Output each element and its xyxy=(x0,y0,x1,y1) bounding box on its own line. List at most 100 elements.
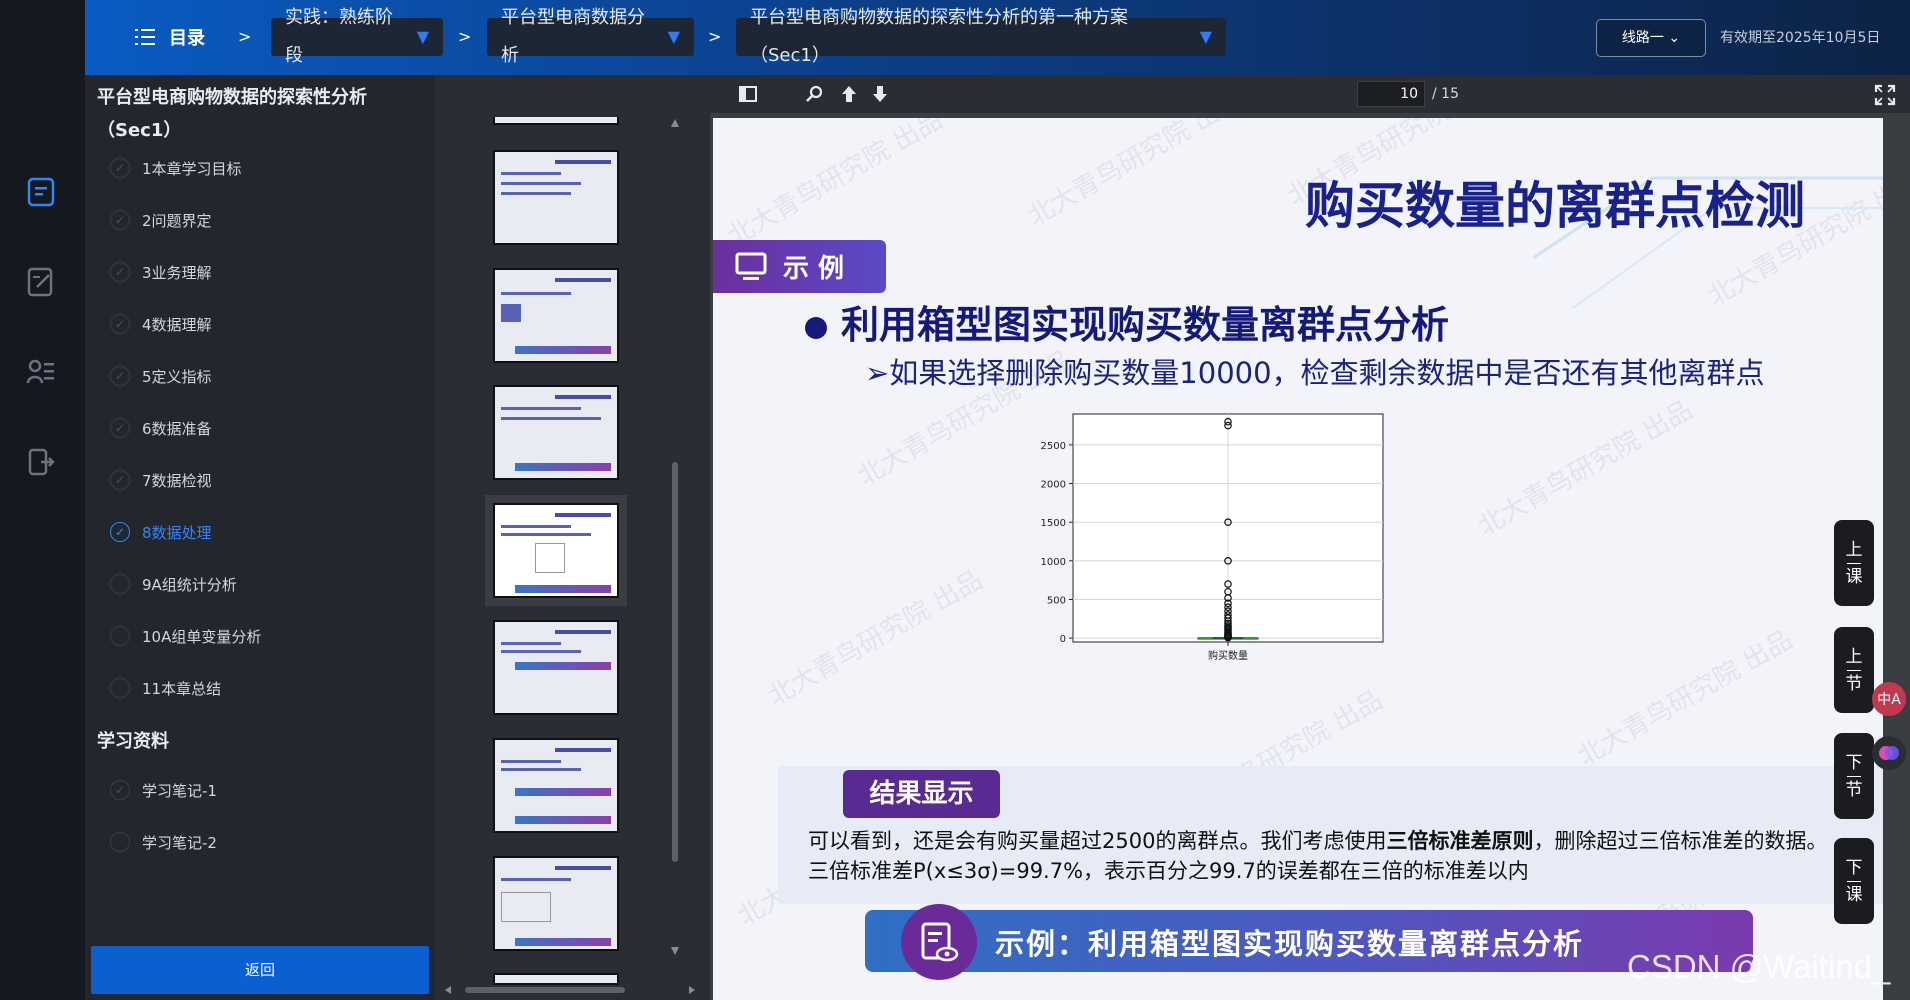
breadcrumb-lesson-label: 平台型电商购物数据的探索性分析的第一种方案（Sec1） xyxy=(750,7,1128,66)
courseware-icon[interactable] xyxy=(24,175,58,209)
fullscreen-icon[interactable] xyxy=(1874,84,1896,106)
result-text-part: 可以看到，还是会有购买量超过2500的离群点。我们考虑使用 xyxy=(808,829,1387,853)
thumbnail-scrollbar[interactable] xyxy=(670,113,680,961)
chapter-item[interactable]: ✓ 7数据检视 xyxy=(110,465,212,495)
watermark: 北大青鸟研究院 出品 xyxy=(1472,395,1698,543)
page-thumbnail[interactable] xyxy=(493,738,619,833)
breadcrumb-separator: > xyxy=(238,27,252,46)
sidebar-toggle-icon[interactable] xyxy=(735,81,761,107)
banner-text: 示例：利用箱型图实现购买数量离群点分析 xyxy=(995,927,1585,961)
toc-label: 目录 xyxy=(169,28,205,49)
materials-title: 学习资料 xyxy=(97,731,169,752)
chapter-item[interactable]: 10A组单变量分析 xyxy=(110,621,261,651)
bullet-heading-text: 利用箱型图实现购买数量离群点分析 xyxy=(841,303,1450,347)
y-tick-label: 2000 xyxy=(1041,480,1066,491)
slide-title: 购买数量的离群点检测 xyxy=(1305,177,1805,235)
breadcrumb-stage-select[interactable]: 实践：熟练阶段 ▼ xyxy=(271,7,443,66)
breadcrumb-lesson-select[interactable]: 平台型电商购物数据的探索性分析的第一种方案（Sec1） ▼ xyxy=(736,7,1226,66)
chevron-down-icon: ⌄ xyxy=(1668,30,1681,46)
monitor-icon xyxy=(735,252,767,280)
chapter-item[interactable]: ✓ 5定义指标 xyxy=(110,361,212,391)
thumbnail-panel xyxy=(435,75,710,1000)
sidebar-title: 平台型电商购物数据的探索性分析（Sec1） xyxy=(97,87,367,141)
exercise-icon[interactable] xyxy=(24,265,58,299)
chapter-label: 6数据准备 xyxy=(142,419,212,438)
y-tick-label: 1000 xyxy=(1041,557,1066,568)
next-page-icon[interactable] xyxy=(867,81,893,107)
next-section-button[interactable]: 下节 xyxy=(1834,733,1874,819)
prev-lesson-button[interactable]: 上课 xyxy=(1834,520,1874,606)
expiry-text: 有效期至2025年10月5日 xyxy=(1720,30,1881,46)
chapter-item-active[interactable]: ✓ 8数据处理 xyxy=(110,517,212,547)
breadcrumb-course-select[interactable]: 平台型电商数据分析 ▼ xyxy=(487,7,694,66)
back-button[interactable]: 返回 xyxy=(91,946,429,994)
check-circle-icon: ✓ xyxy=(110,418,130,438)
boxplot-chart: 0 500 1000 1500 2000 2500 购买数量 xyxy=(1041,413,1384,662)
page-thumbnail[interactable] xyxy=(493,268,619,363)
check-circle-icon: ✓ xyxy=(110,314,130,334)
y-tick-label: 500 xyxy=(1047,595,1066,606)
route-select[interactable]: 线路一 ⌄ xyxy=(1596,19,1706,57)
search-icon[interactable] xyxy=(802,81,828,107)
next-lesson-button[interactable]: 下课 xyxy=(1834,838,1874,924)
side-button-label: 节 xyxy=(1845,673,1863,694)
side-button-label: 上 xyxy=(1845,646,1863,667)
breadcrumb-stage-label: 实践：熟练阶段 xyxy=(285,7,393,66)
material-item[interactable]: 学习笔记-2 xyxy=(110,827,217,857)
watermark: 北大青鸟研究院 出品 xyxy=(1572,625,1798,773)
side-button-label: 下 xyxy=(1845,752,1863,773)
page-number-input[interactable]: 10 xyxy=(1357,81,1425,107)
page-thumbnail[interactable] xyxy=(493,856,619,951)
chapter-item[interactable]: ✓ 6数据准备 xyxy=(110,413,212,443)
chapter-label: 10A组单变量分析 xyxy=(142,627,262,646)
breadcrumb-separator: > xyxy=(708,27,722,46)
chapter-item[interactable]: 9A组统计分析 xyxy=(110,569,237,599)
watermark: 北大青鸟研究院 出品 xyxy=(722,118,948,253)
check-circle-icon: ✓ xyxy=(110,262,130,282)
empty-circle-icon xyxy=(110,626,130,646)
prev-section-button[interactable]: 上节 xyxy=(1834,627,1874,713)
translate-button[interactable]: 中A xyxy=(1872,682,1906,716)
y-tick-label: 1500 xyxy=(1041,518,1066,529)
x-tick-label: 购买数量 xyxy=(1208,649,1248,662)
chapter-item[interactable]: ✓ 2问题界定 xyxy=(110,205,212,235)
document-eye-icon xyxy=(901,904,977,980)
ai-assistant-icon[interactable] xyxy=(1872,736,1906,770)
chapter-item[interactable]: ✓ 1本章学习目标 xyxy=(110,153,242,183)
result-text: 可以看到，还是会有购买量超过2500的离群点。我们考虑使用三倍标准差原则，删除超… xyxy=(808,826,1848,886)
chapter-label: 7数据检视 xyxy=(142,471,212,490)
page-thumbnail[interactable] xyxy=(493,117,619,125)
exit-icon[interactable] xyxy=(24,445,58,479)
empty-circle-icon xyxy=(110,678,130,698)
chapter-sidebar: 平台型电商购物数据的探索性分析（Sec1） ✓ 1本章学习目标 ✓ 2问题界定 ✓ 3… xyxy=(85,75,435,1000)
check-circle-icon: ✓ xyxy=(110,366,130,386)
chapter-label: 2问题界定 xyxy=(142,211,212,230)
side-button-label: 节 xyxy=(1845,779,1863,800)
thumbnail-hscrollbar[interactable] xyxy=(445,985,695,995)
check-circle-icon: ✓ xyxy=(110,522,130,542)
members-icon[interactable] xyxy=(24,355,58,389)
page-thumbnail[interactable] xyxy=(493,385,619,480)
previous-page-icon[interactable] xyxy=(836,81,862,107)
chapter-item[interactable]: ✓ 4数据理解 xyxy=(110,309,212,339)
result-text-bold: 三倍标准差原则 xyxy=(1386,829,1534,853)
page-thumbnail-current[interactable] xyxy=(485,495,627,606)
material-item[interactable]: ✓ 学习笔记-1 xyxy=(110,775,217,805)
bullet-dot xyxy=(805,316,827,339)
check-circle-icon: ✓ xyxy=(110,780,130,800)
chapter-label: 8数据处理 xyxy=(142,523,212,542)
breadcrumb-separator: > xyxy=(458,27,472,46)
toc-button[interactable]: 目录 xyxy=(135,24,205,50)
page-thumbnail[interactable] xyxy=(493,973,619,985)
page-thumbnail[interactable] xyxy=(493,620,619,715)
chapter-label: 9A组统计分析 xyxy=(142,575,237,594)
csdn-watermark: CSDN @Waitind_ xyxy=(1627,948,1891,985)
example-tag-label: 示 例 xyxy=(783,254,845,284)
list-icon xyxy=(135,29,155,45)
chapter-item[interactable]: ✓ 3业务理解 xyxy=(110,257,212,287)
chapter-label: 3业务理解 xyxy=(142,263,212,282)
page-thumbnail[interactable] xyxy=(493,150,619,245)
y-tick-label: 2500 xyxy=(1041,441,1066,452)
chapter-item[interactable]: 11本章总结 xyxy=(110,673,221,703)
result-tag: 结果显示 xyxy=(843,770,1000,818)
